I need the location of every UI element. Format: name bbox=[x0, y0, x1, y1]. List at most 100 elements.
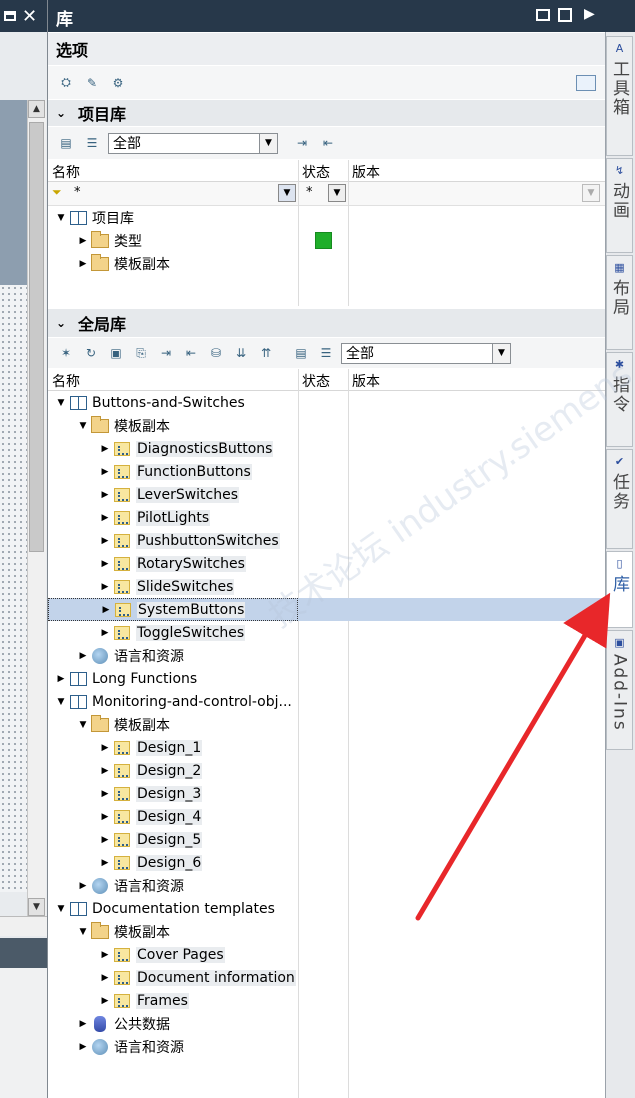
right-tab-6[interactable]: ▯ 库 bbox=[606, 551, 633, 628]
tree-row[interactable]: ▶ DiagnosticsButtons bbox=[48, 437, 605, 460]
close-library-icon[interactable]: ⎘ bbox=[131, 344, 151, 362]
column-version[interactable]: 版本 bbox=[352, 162, 380, 182]
collapse-chevron-icon[interactable]: ⌄ bbox=[48, 106, 74, 120]
tree-row[interactable]: ▶ Design_5 bbox=[48, 828, 605, 851]
new-folder-icon[interactable]: ▤ bbox=[291, 344, 311, 362]
collapsed-arrow-icon[interactable]: ▶ bbox=[98, 835, 112, 845]
column-name[interactable]: 名称 bbox=[52, 162, 80, 182]
close-icon[interactable]: ✕ bbox=[22, 6, 37, 27]
column-status[interactable]: 状态 bbox=[302, 371, 330, 391]
collapsed-arrow-icon[interactable]: ▶ bbox=[98, 996, 112, 1006]
tree-row[interactable]: ▶ Design_3 bbox=[48, 782, 605, 805]
left-scrollbar-thumb[interactable] bbox=[29, 122, 44, 552]
expanded-arrow-icon[interactable]: ▼ bbox=[76, 720, 90, 730]
collapsed-arrow-icon[interactable]: ▶ bbox=[98, 789, 112, 799]
collapsed-arrow-icon[interactable]: ▶ bbox=[98, 743, 112, 753]
collapsed-arrow-icon[interactable]: ▶ bbox=[98, 490, 112, 500]
tile-icon[interactable] bbox=[536, 9, 550, 21]
tree-row[interactable]: ▼ 模板副本 bbox=[48, 713, 605, 736]
global-library-filter[interactable]: 全部 ▼ bbox=[341, 342, 511, 364]
tree-row[interactable]: ▶ PilotLights bbox=[48, 506, 605, 529]
tree-row[interactable]: ▼ 模板副本 bbox=[48, 920, 605, 943]
tree-row[interactable]: ▼ 模板副本 bbox=[48, 414, 605, 437]
tree-row[interactable]: ▶ FunctionButtons bbox=[48, 460, 605, 483]
scroll-down-icon[interactable]: ▼ bbox=[28, 898, 45, 916]
arrow-right-icon[interactable]: ▶ bbox=[584, 6, 595, 22]
minimize-icon[interactable] bbox=[4, 11, 16, 21]
expanded-arrow-icon[interactable]: ▼ bbox=[54, 904, 68, 914]
tree-row[interactable]: ▶ 语言和资源 bbox=[48, 644, 605, 667]
collapsed-arrow-icon[interactable]: ▶ bbox=[98, 628, 112, 638]
tree-row[interactable]: ▶ RotarySwitches bbox=[48, 552, 605, 575]
project-library-section[interactable]: ⌄ 项目库 bbox=[48, 100, 605, 126]
collapsed-arrow-icon[interactable]: ▶ bbox=[98, 467, 112, 477]
column-version[interactable]: 版本 bbox=[352, 371, 380, 391]
tree-row[interactable]: ▼ Documentation templates bbox=[48, 897, 605, 920]
collapsed-arrow-icon[interactable]: ▶ bbox=[99, 605, 113, 615]
tree-row[interactable]: ▶ 语言和资源 bbox=[48, 1035, 605, 1058]
sort-up-icon[interactable]: ⇈ bbox=[256, 344, 276, 362]
collapsed-arrow-icon[interactable]: ▶ bbox=[98, 559, 112, 569]
tree-row[interactable]: ▶ Frames bbox=[48, 989, 605, 1012]
options-section[interactable]: 选项 bbox=[48, 33, 605, 65]
tree-row[interactable]: ▶ SystemButtons bbox=[48, 598, 605, 621]
open-library-icon[interactable]: ↻ bbox=[81, 344, 101, 362]
tree-row[interactable]: ▼ Buttons-and-Switches bbox=[48, 391, 605, 414]
collapsed-arrow-icon[interactable]: ▶ bbox=[98, 536, 112, 546]
tree-row[interactable]: ▶ 语言和资源 bbox=[48, 874, 605, 897]
collapsed-arrow-icon[interactable]: ▶ bbox=[98, 858, 112, 868]
collapsed-arrow-icon[interactable]: ▶ bbox=[76, 1019, 90, 1029]
eraser-icon[interactable]: ✎ bbox=[82, 74, 102, 92]
collapsed-arrow-icon[interactable]: ▶ bbox=[98, 973, 112, 983]
collapsed-arrow-icon[interactable]: ▶ bbox=[76, 881, 90, 891]
window-icon[interactable] bbox=[576, 74, 596, 91]
list-view-icon[interactable]: ☰ bbox=[82, 134, 102, 152]
save-library-icon[interactable]: ▣ bbox=[106, 344, 126, 362]
collapsed-arrow-icon[interactable]: ▶ bbox=[76, 259, 90, 269]
collapse-chevron-icon[interactable]: ⌄ bbox=[48, 316, 74, 330]
tree-row[interactable]: ▶ 公共数据 bbox=[48, 1012, 605, 1035]
tree-row[interactable]: ▶ Design_1 bbox=[48, 736, 605, 759]
collapsed-arrow-icon[interactable]: ▶ bbox=[54, 674, 68, 684]
right-tab-7[interactable]: ▣ Add-Ins bbox=[606, 630, 633, 750]
right-tab-1[interactable]: A 工具箱 bbox=[606, 36, 633, 156]
dock-icon[interactable] bbox=[558, 8, 572, 22]
export-icon[interactable]: ⇥ bbox=[292, 134, 312, 152]
tree-row[interactable]: ▶ Design_4 bbox=[48, 805, 605, 828]
tree-row[interactable]: ▶ ToggleSwitches bbox=[48, 621, 605, 644]
import-icon[interactable]: ⇤ bbox=[181, 344, 201, 362]
tree-row[interactable]: ▶ 类型 bbox=[48, 229, 605, 252]
right-tab-5[interactable]: ✔ 任务 bbox=[606, 449, 633, 549]
database-icon[interactable]: ⛁ bbox=[206, 344, 226, 362]
new-folder-icon[interactable]: ▤ bbox=[56, 134, 76, 152]
name-filter-value[interactable]: * bbox=[74, 185, 81, 200]
column-name[interactable]: 名称 bbox=[52, 371, 80, 391]
list-view-icon[interactable]: ☰ bbox=[316, 344, 336, 362]
expanded-arrow-icon[interactable]: ▼ bbox=[54, 213, 68, 223]
status-filter-value[interactable]: * bbox=[306, 185, 313, 200]
new-library-icon[interactable]: ✶ bbox=[56, 344, 76, 362]
library-view-icon[interactable]: ⛭ bbox=[56, 74, 76, 92]
tree-row[interactable]: ▶ PushbuttonSwitches bbox=[48, 529, 605, 552]
expanded-arrow-icon[interactable]: ▼ bbox=[54, 398, 68, 408]
collapsed-arrow-icon[interactable]: ▶ bbox=[98, 513, 112, 523]
tree-row[interactable]: ▶ Cover Pages bbox=[48, 943, 605, 966]
tree-row[interactable]: ▼ Monitoring-and-control-obj... bbox=[48, 690, 605, 713]
global-library-section[interactable]: ⌄ 全局库 bbox=[48, 309, 605, 337]
collapsed-arrow-icon[interactable]: ▶ bbox=[98, 582, 112, 592]
import-icon[interactable]: ⇤ bbox=[318, 134, 338, 152]
collapsed-arrow-icon[interactable]: ▶ bbox=[98, 766, 112, 776]
sort-down-icon[interactable]: ⇊ bbox=[231, 344, 251, 362]
tree-row[interactable]: ▶ Long Functions bbox=[48, 667, 605, 690]
right-tab-3[interactable]: ▦ 布局 bbox=[606, 255, 633, 350]
collapsed-arrow-icon[interactable]: ▶ bbox=[76, 236, 90, 246]
collapsed-arrow-icon[interactable]: ▶ bbox=[98, 812, 112, 822]
collapsed-arrow-icon[interactable]: ▶ bbox=[76, 651, 90, 661]
tree-row[interactable]: ▶ LeverSwitches bbox=[48, 483, 605, 506]
name-filter-dropdown-icon[interactable]: ▼ bbox=[278, 184, 296, 202]
dropdown-arrow-icon[interactable]: ▼ bbox=[259, 133, 277, 153]
right-tab-4[interactable]: ✱ 指令 bbox=[606, 352, 633, 447]
dropdown-arrow-icon[interactable]: ▼ bbox=[492, 343, 510, 363]
tree-row[interactable]: ▶ Design_6 bbox=[48, 851, 605, 874]
tree-row[interactable]: ▶ Document information bbox=[48, 966, 605, 989]
